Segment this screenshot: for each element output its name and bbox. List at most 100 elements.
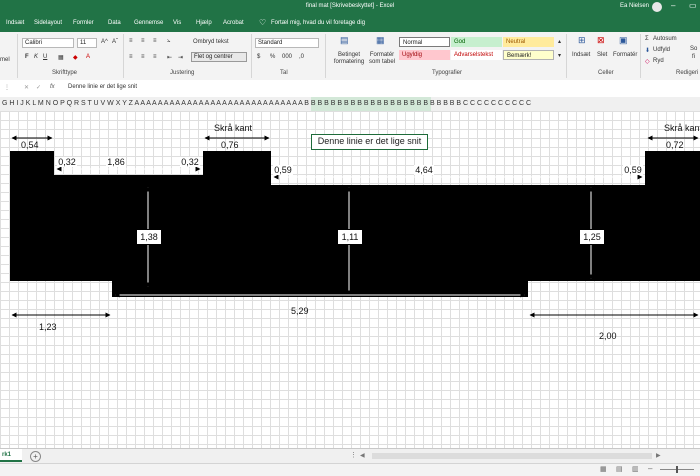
confirm-formula-icon[interactable]: ✓ — [36, 84, 41, 91]
group-label-styles: Typografier — [432, 70, 463, 76]
autosum-icon[interactable]: Σ — [645, 36, 649, 42]
zoom-out-icon[interactable]: – — [648, 464, 652, 473]
clipboard-label-fragment: mel — [0, 57, 10, 63]
scroll-right-icon[interactable]: ▶ — [656, 452, 661, 459]
font-size-select[interactable]: 11 — [77, 38, 97, 48]
formula-input[interactable]: Denne linie er det lige snit — [68, 84, 137, 90]
group-label-alignment: Justering — [170, 70, 195, 76]
fill-button[interactable]: Udfyld — [653, 47, 670, 53]
group-separator — [640, 34, 641, 78]
dim-label-4-64: 4,64 — [414, 165, 434, 175]
sort-filter-button[interactable]: So — [690, 46, 697, 52]
add-sheet-button[interactable]: + — [30, 451, 41, 462]
tab-data[interactable]: Data — [108, 20, 121, 26]
tab-review[interactable]: Gennemse — [134, 20, 163, 26]
horizontal-scrollbar[interactable] — [372, 453, 652, 459]
page-layout-view-icon[interactable]: ▤ — [616, 465, 623, 473]
tab-help[interactable]: Hjælp — [196, 20, 212, 26]
orientation-icon[interactable]: ⦣ — [167, 38, 170, 45]
cancel-formula-icon[interactable]: ✕ — [24, 84, 29, 91]
dim-label-1-23: 1,23 — [39, 322, 57, 332]
align-center-icon[interactable]: ≡ — [141, 54, 145, 60]
delete-cells-icon[interactable]: ⊠ — [597, 35, 605, 46]
style-note[interactable]: Bemærk! — [503, 50, 554, 60]
bold-icon[interactable]: F — [25, 54, 29, 60]
insert-cells-button[interactable]: Indsæt — [572, 52, 590, 58]
slanted-edge-label-right: Skrå kant — [664, 123, 700, 133]
normal-view-icon[interactable]: ▦ — [600, 465, 607, 473]
insert-function-icon[interactable]: fx — [50, 84, 55, 90]
style-neutral[interactable]: Neutral — [503, 37, 554, 47]
styles-scroll-up-icon[interactable]: ▴ — [558, 38, 561, 45]
outdent-icon[interactable]: ⇥ — [178, 54, 183, 61]
conditional-format-icon[interactable]: ▤ — [340, 35, 349, 46]
tab-view[interactable]: Vis — [173, 20, 181, 26]
underline-icon[interactable]: U — [43, 54, 47, 60]
thousands-icon[interactable]: 000 — [282, 54, 292, 60]
dim-label-5-29: 5,29 — [291, 306, 309, 316]
align-left-icon[interactable]: ≡ — [129, 54, 133, 60]
borders-icon[interactable]: ▦ — [58, 54, 64, 61]
align-middle-icon[interactable]: ≡ — [141, 38, 145, 44]
font-color-icon[interactable]: A — [86, 54, 90, 60]
font-grow-icon[interactable]: A^ — [101, 39, 108, 45]
ribbon-display-icon[interactable]: ▭ — [689, 1, 697, 10]
fill-color-icon[interactable]: ◆ — [73, 54, 78, 61]
style-normal[interactable]: Normal — [399, 37, 450, 47]
zoom-slider-thumb[interactable] — [676, 466, 678, 473]
format-cells-icon[interactable]: ▣ — [619, 35, 628, 46]
minimize-icon[interactable]: – — [671, 1, 675, 10]
page-break-view-icon[interactable]: ▥ — [632, 465, 639, 473]
clear-icon[interactable]: ◇ — [645, 58, 650, 65]
fill-icon[interactable]: ⬇ — [645, 47, 650, 54]
conditional-format-button[interactable]: Betinget formatering — [331, 52, 367, 66]
delete-cells-button[interactable]: Slet — [597, 52, 607, 58]
column-letters[interactable]: G H I J K L M N O P Q R S T U V W X Y Z … — [2, 97, 531, 111]
avatar[interactable] — [652, 2, 662, 12]
dim-label-1-86: 1,86 — [106, 157, 126, 167]
style-good[interactable]: God — [451, 37, 502, 47]
group-label-editing: Redigeri — [676, 70, 699, 76]
autosum-button[interactable]: Autosum — [653, 36, 677, 42]
tab-formulas[interactable]: Formler — [73, 20, 94, 26]
group-separator — [123, 34, 124, 78]
tab-split-handle-icon[interactable]: ⋮ — [350, 451, 357, 459]
number-format-select[interactable]: Standard — [255, 38, 319, 48]
decimal-icon[interactable]: ,0 — [299, 54, 304, 60]
style-bad[interactable]: Ugyldig — [399, 50, 450, 60]
name-box-resize-icon[interactable]: ⋮ — [4, 84, 10, 91]
format-table-icon[interactable]: ▦ — [376, 35, 385, 46]
percent-icon[interactable]: % — [270, 54, 275, 60]
user-name[interactable]: Ea Nielsen — [620, 3, 649, 9]
style-warning[interactable]: Advarselstekst — [451, 50, 502, 60]
italic-icon[interactable]: K — [34, 54, 38, 60]
active-cell-straight-cut[interactable]: Denne linie er det lige snit — [311, 134, 428, 150]
slanted-edge-label-left: Skrå kant — [214, 123, 253, 133]
wrap-text-button[interactable]: Ombryd tekst — [193, 39, 229, 45]
font-shrink-icon[interactable]: Aˇ — [112, 39, 118, 45]
dim-label-0-32-left: 0,32 — [57, 157, 77, 167]
indent-icon[interactable]: ⇤ — [167, 54, 172, 61]
font-name-select[interactable]: Calibri — [22, 38, 74, 48]
format-table-button[interactable]: Formatér som tabel — [366, 52, 398, 66]
tab-page-layout[interactable]: Sidelayout — [34, 20, 62, 26]
styles-more-icon[interactable]: ▾ — [558, 52, 561, 59]
clear-button[interactable]: Ryd — [653, 58, 664, 64]
tab-acrobat[interactable]: Acrobat — [223, 20, 244, 26]
align-top-icon[interactable]: ≡ — [129, 38, 133, 44]
currency-icon[interactable]: $ — [257, 54, 260, 60]
insert-cells-icon[interactable]: ⊞ — [578, 35, 586, 46]
group-label-font: Skrifttype — [52, 70, 78, 76]
dim-label-1-38: 1,38 — [136, 229, 162, 245]
align-right-icon[interactable]: ≡ — [153, 54, 157, 60]
merge-center-button[interactable]: Flet og centrer — [191, 52, 247, 62]
find-select-button[interactable]: fi — [692, 54, 695, 60]
dim-label-0-59-left: 0,59 — [273, 165, 293, 175]
format-cells-button[interactable]: Formatér — [613, 52, 637, 58]
scroll-left-icon[interactable]: ◀ — [360, 452, 365, 459]
dim-label-0-54: 0,54 — [21, 140, 39, 150]
tab-insert[interactable]: Indsæt — [6, 20, 24, 26]
align-bottom-icon[interactable]: ≡ — [153, 38, 157, 44]
sheet-tab-active[interactable]: rk1 — [0, 449, 22, 462]
tell-me-search[interactable]: Fortæl mig, hvad du vil foretage dig — [271, 20, 365, 26]
